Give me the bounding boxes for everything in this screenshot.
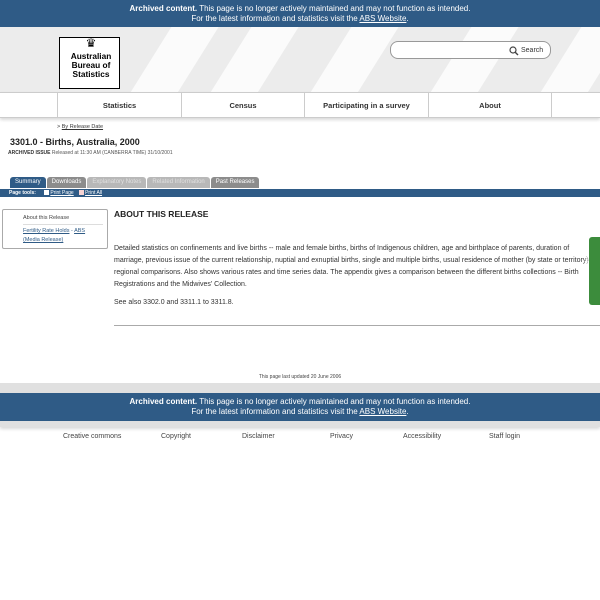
search-button[interactable]: Search [509, 44, 543, 57]
breadcrumb-link-by-release-date[interactable]: By Release Date [62, 124, 103, 130]
nav-divider [551, 93, 600, 118]
archived-banner-bottom: Archived content. This page is no longer… [0, 393, 600, 421]
site-header: ♛ Australian Bureau of Statistics Search [0, 27, 600, 92]
print-page-icon [44, 190, 50, 196]
tab-bar: Summary Downloads Explanatory Notes Rela… [10, 177, 260, 189]
search-icon [509, 45, 519, 55]
footer-link-disclaimer[interactable]: Disclaimer [242, 433, 275, 440]
sidebar-heading: About this Release [23, 215, 70, 221]
header-decoration [525, 27, 600, 92]
header-decoration [295, 27, 405, 92]
content-divider [114, 325, 600, 326]
footer-divider [0, 383, 600, 393]
footer-link-copyright[interactable]: Copyright [161, 433, 191, 440]
sidebar-link-media-release[interactable]: Fertility Rate Holds - ABS (Media Releas… [23, 227, 105, 245]
abs-website-link[interactable]: ABS Website [359, 14, 406, 23]
footer-link-accessibility[interactable]: Accessibility [403, 433, 441, 440]
search-box: Search [390, 41, 551, 59]
feedback-tab[interactable]: Feedback [584, 237, 600, 305]
tab-explanatory-notes: Explanatory Notes [87, 177, 147, 188]
tab-past-releases[interactable]: Past Releases [210, 177, 260, 188]
page-tools-bar: Page tools: Print Page Print All [0, 189, 600, 197]
breadcrumb: > By Release Date [57, 124, 104, 130]
print-page-link[interactable]: Print Page [50, 190, 73, 196]
footer-link-creative-commons[interactable]: Creative commons [63, 433, 121, 440]
sidebar-box: About this Release Fertility Rate Holds … [2, 209, 108, 249]
abs-website-link-bottom[interactable]: ABS Website [359, 407, 406, 416]
nav-item-census[interactable]: Census [181, 93, 304, 118]
print-all-link[interactable]: Print All [85, 190, 102, 196]
abs-logo[interactable]: ♛ Australian Bureau of Statistics [59, 36, 120, 89]
main-content: ABOUT THIS RELEASE Detailed statistics o… [114, 209, 600, 315]
header-decoration [115, 27, 225, 92]
sidebar-divider [23, 224, 103, 225]
archived-banner-top: Archived content. This page is no longer… [0, 0, 600, 27]
see-also-text: See also 3302.0 and 3311.1 to 3311.8. [114, 299, 234, 306]
archived-line2: For the latest information and statistic… [191, 13, 358, 23]
page-tools-label: Page tools: [9, 190, 36, 196]
nav-item-statistics[interactable]: Statistics [57, 93, 181, 118]
archived-text: This page is no longer actively maintain… [199, 4, 471, 13]
release-description: Detailed statistics on confinements and … [114, 245, 591, 288]
search-input[interactable] [397, 44, 507, 56]
nav-item-participating[interactable]: Participating in a survey [304, 93, 428, 118]
footer-links: Creative commons Copyright Disclaimer Pr… [0, 433, 600, 445]
main-nav: Statistics Census Participating in a sur… [0, 92, 600, 118]
print-all-icon [79, 190, 85, 196]
logo-text: Australian Bureau of Statistics [70, 51, 112, 79]
page-title: 3301.0 - Births, Australia, 2000 [10, 137, 140, 147]
release-date: Released at 11:30 AM (CANBERRA TIME) 31/… [51, 150, 173, 156]
footer-divider [0, 421, 600, 427]
coat-of-arms-icon: ♛ [85, 36, 97, 50]
release-info: ARCHIVED ISSUE Released at 11:30 AM (CAN… [8, 150, 173, 156]
tab-downloads[interactable]: Downloads [46, 177, 87, 188]
footer-link-privacy[interactable]: Privacy [330, 433, 353, 440]
last-updated: This page last updated 20 June 2006 [258, 374, 342, 380]
tab-related-information: Related Information [147, 177, 210, 188]
nav-item-about[interactable]: About [428, 93, 551, 118]
archived-label: Archived content. [129, 4, 198, 13]
section-heading: ABOUT THIS RELEASE [114, 209, 209, 219]
tab-summary[interactable]: Summary [10, 177, 46, 188]
footer-link-staff-login[interactable]: Staff login [489, 433, 520, 440]
header-decoration [415, 27, 525, 92]
archived-issue-label: ARCHIVED ISSUE [8, 150, 51, 156]
